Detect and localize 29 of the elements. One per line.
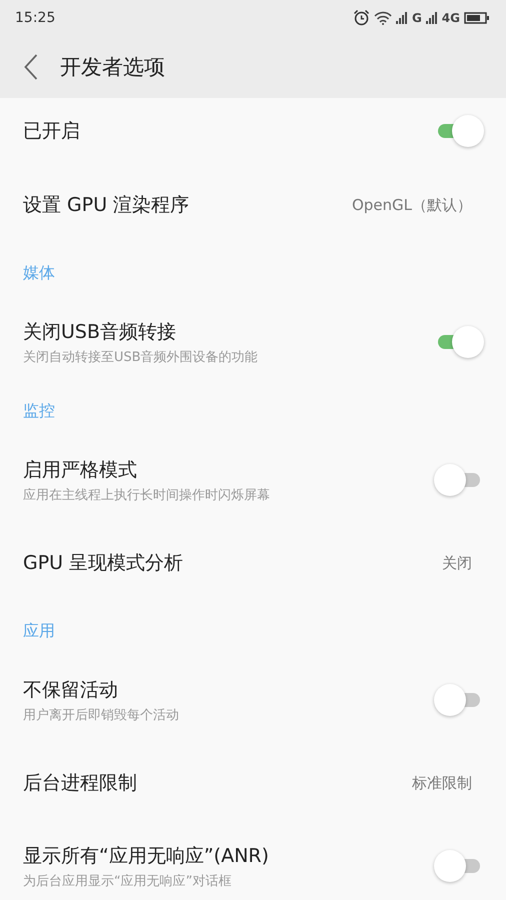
setting-title: 启用严格模式: [23, 458, 138, 482]
setting-title: 显示所有“应用无响应”(ANR): [23, 844, 269, 868]
section-header: 媒体: [23, 262, 55, 284]
section-header: 监控: [23, 400, 55, 422]
setting-title: 已开启: [23, 119, 80, 144]
setting-description: 应用在主线程上执行长时间操作时闪烁屏幕: [23, 486, 270, 504]
alarm-clock-icon: [352, 9, 370, 26]
setting-description: 为后台应用显示“应用无响应”对话框: [23, 872, 232, 890]
setting-value: OpenGL（默认）: [352, 196, 472, 214]
back-button[interactable]: [24, 54, 38, 80]
setting-value: 标准限制: [412, 774, 472, 792]
setting-value: 关闭: [442, 554, 472, 572]
network-type: 4G: [442, 10, 460, 24]
signal-icon: [426, 12, 438, 24]
setting-title: 不保留活动: [23, 678, 119, 702]
status-time: 15:25: [15, 10, 56, 26]
page-title: 开发者选项: [60, 54, 165, 80]
back-chevron-icon: [24, 54, 38, 80]
setting-description: 关闭自动转接至USB音频外围设备的功能: [23, 348, 258, 366]
setting-title[interactable]: 设置 GPU 渲染程序: [23, 192, 190, 218]
network-type: G: [412, 10, 422, 24]
setting-title: 关闭USB音频转接: [23, 320, 178, 344]
signal-icon: [396, 12, 408, 24]
section-header: 应用: [23, 620, 55, 642]
wifi-icon: [374, 10, 392, 24]
setting-description: 用户离开后即销毁每个活动: [23, 706, 179, 724]
setting-title[interactable]: GPU 呈现模式分析: [23, 550, 184, 576]
battery-icon: [464, 12, 490, 24]
setting-title[interactable]: 后台进程限制: [23, 770, 137, 796]
